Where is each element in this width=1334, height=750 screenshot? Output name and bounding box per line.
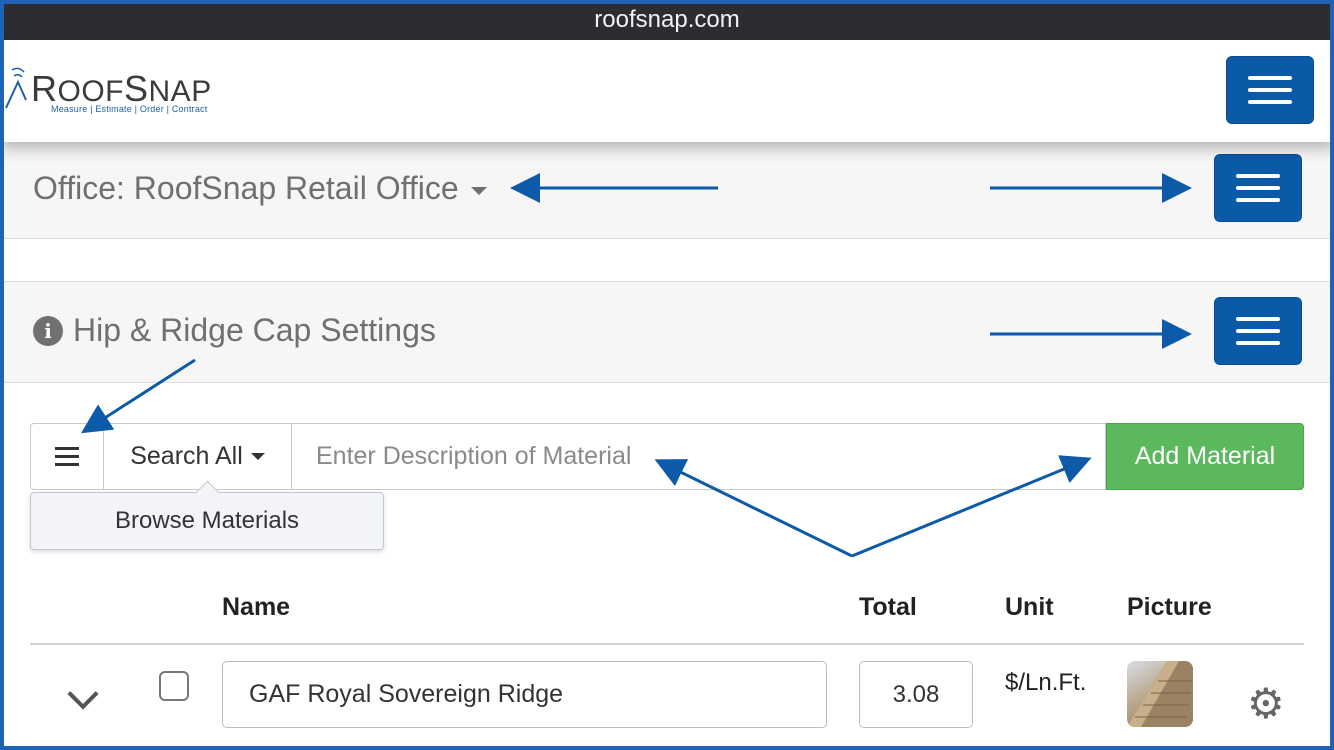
hamburger-icon [1236,174,1280,178]
caret-down-icon [250,453,265,460]
url-text: roofsnap.com [594,6,740,33]
material-total-input[interactable]: 3.08 [859,661,973,728]
material-description-placeholder: Enter Description of Material [316,442,632,470]
menu-icon [55,447,79,466]
add-material-button[interactable]: Add Material [1106,423,1304,490]
material-total-value: 3.08 [892,680,940,708]
info-icon[interactable]: i [33,315,63,346]
browser-url-bar[interactable]: roofsnap.com [0,0,1334,40]
browse-materials-label: Browse Materials [114,507,300,534]
search-filter-dropdown[interactable]: Search All [104,423,292,490]
gear-icon[interactable]: ⚙ [1247,683,1285,725]
column-header-name: Name [222,593,291,621]
material-search-group: Search All Enter Description of Material… [30,423,1304,490]
add-material-label: Add Material [1134,442,1276,470]
top-navbar: ROOFSNAP Measure | Estimate | Order | Co… [0,40,1334,142]
logo-tagline: Measure | Estimate | Order | Contract [51,104,208,114]
material-name-value: GAF Royal Sovereign Ridge [249,680,564,708]
hamburger-icon [1248,76,1292,80]
section-title: Hip & Ridge Cap Settings [73,312,436,348]
material-unit: $/Ln.Ft. [1005,669,1087,696]
material-picture[interactable] [1127,661,1193,727]
ridge-photo-icon [1127,661,1193,727]
material-description-input[interactable]: Enter Description of Material [292,423,1106,490]
panel-spacer [4,239,1330,282]
browse-materials-popover[interactable]: Browse Materials [30,492,384,550]
table-header-divider [30,643,1304,645]
roofsnap-logo[interactable]: ROOFSNAP Measure | Estimate | Order | Co… [4,60,234,140]
hamburger-icon [1236,317,1280,321]
section-header: i Hip & Ridge Cap Settings [33,312,436,349]
office-menu-button[interactable] [1214,154,1302,222]
office-panel: Office: RoofSnap Retail Office [4,142,1330,239]
column-header-unit: Unit [1005,593,1054,621]
row-select-checkbox[interactable] [159,671,189,701]
column-header-picture: Picture [1127,593,1212,621]
main-menu-button[interactable] [1226,56,1314,124]
office-title: Office: RoofSnap Retail Office [33,170,459,206]
material-name-input[interactable]: GAF Royal Sovereign Ridge [222,661,827,728]
hip-ridge-panel: i Hip & Ridge Cap Settings [4,282,1330,383]
browse-menu-button[interactable] [30,423,104,490]
office-selector[interactable]: Office: RoofSnap Retail Office [33,170,487,207]
section-menu-button[interactable] [1214,297,1302,365]
logo-mark-icon [5,67,27,109]
caret-down-icon [470,186,487,195]
search-filter-label: Search All [130,442,243,470]
column-header-total: Total [859,593,917,621]
chevron-down-icon[interactable] [67,678,99,710]
